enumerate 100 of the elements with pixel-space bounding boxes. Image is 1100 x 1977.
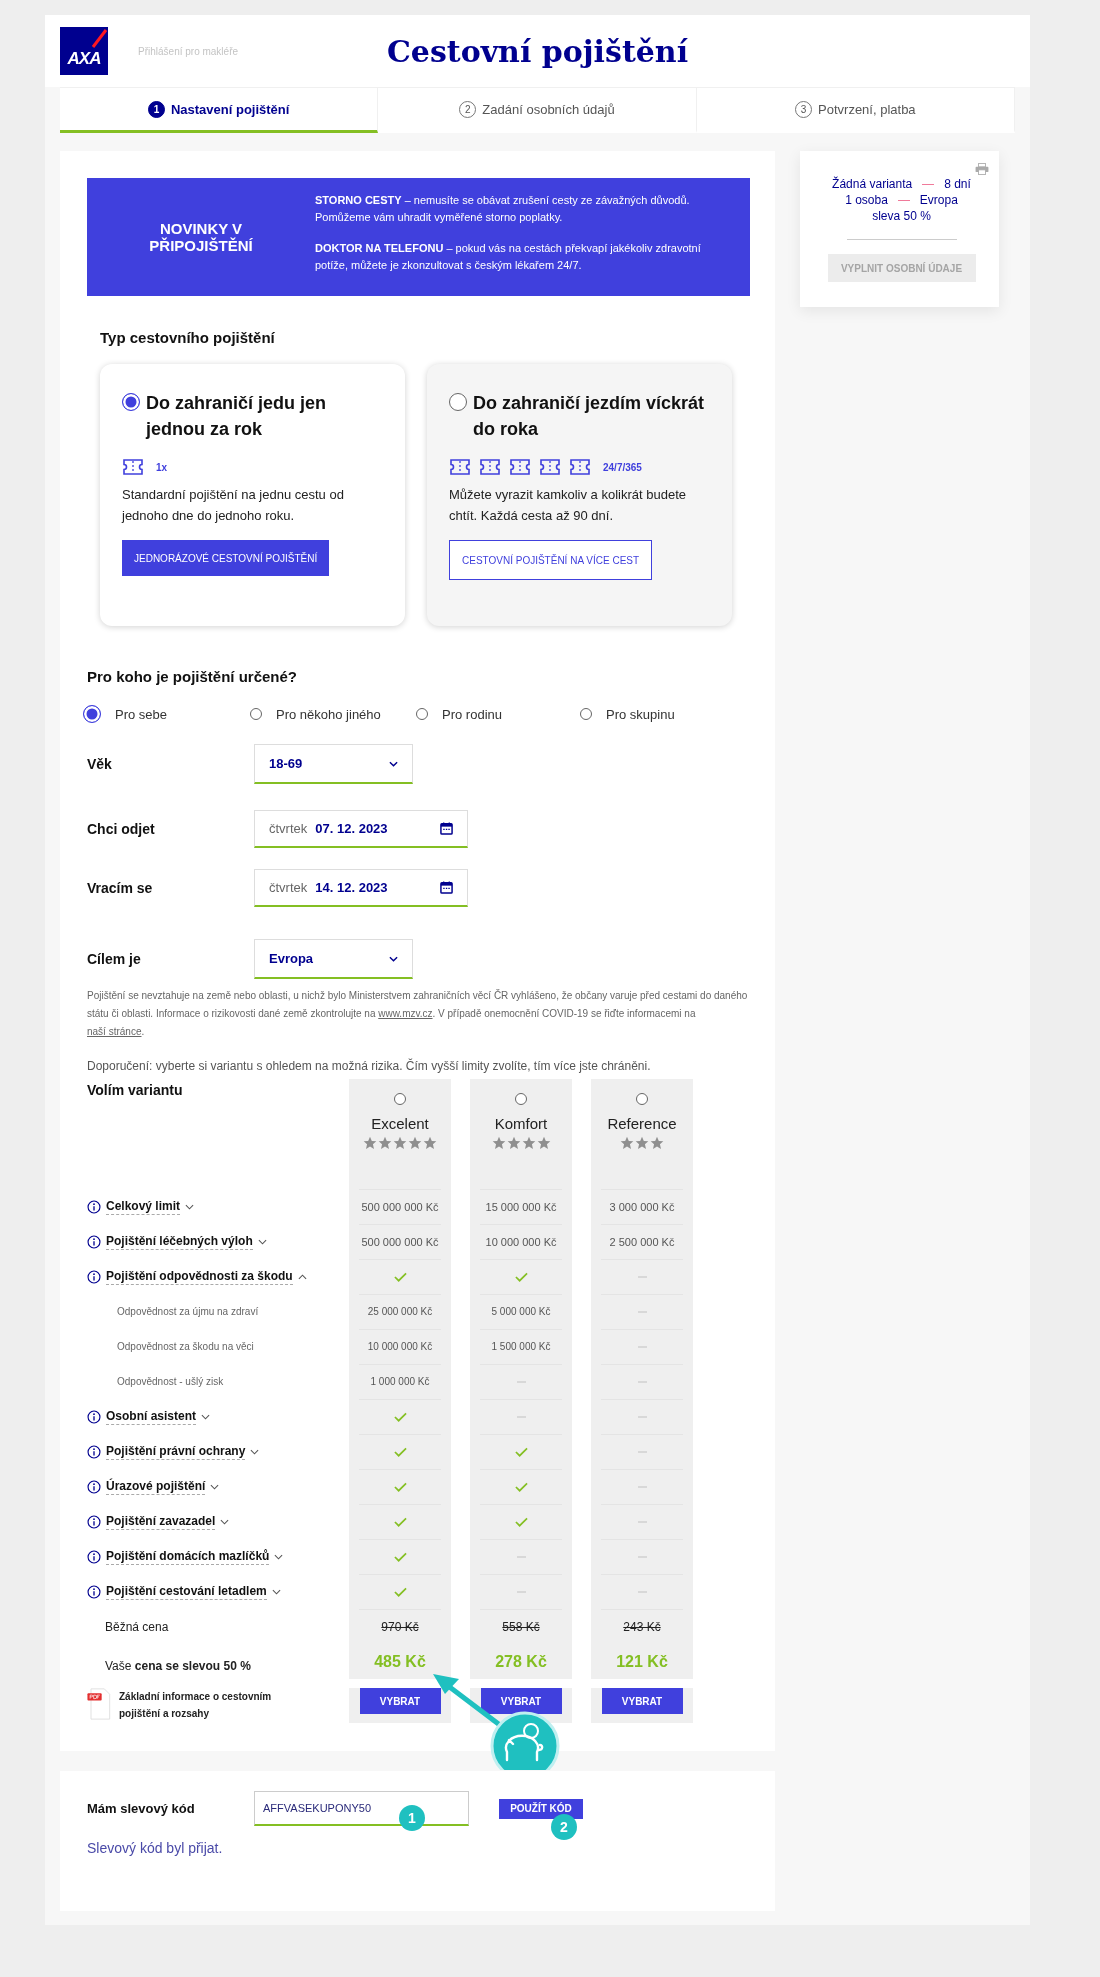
field-label: Vracím se: [87, 880, 154, 896]
chevron-down-icon[interactable]: [220, 1518, 230, 1525]
ticket-icon: [122, 458, 144, 476]
radio-label: Pro sebe: [115, 706, 168, 722]
summary-item: Evropa: [919, 193, 958, 207]
apply-code-button[interactable]: POUŽÍT KÓD: [499, 1798, 583, 1819]
radio-button[interactable]: [449, 393, 467, 411]
table-cell: 500 000 000 Kč: [361, 1235, 439, 1248]
info-icon[interactable]: [87, 1234, 101, 1249]
check-icon: [514, 1271, 528, 1282]
chevron-down-icon[interactable]: [274, 1553, 284, 1560]
info-icon[interactable]: [87, 1549, 101, 1564]
date-field[interactable]: čtvrtek 07. 12. 2023: [254, 810, 468, 848]
radio-button[interactable]: [250, 708, 262, 720]
chevron-down-icon: [389, 955, 398, 962]
info-icon[interactable]: [87, 1514, 101, 1529]
radio-button[interactable]: [636, 1093, 648, 1105]
ticket-icon: [479, 458, 501, 476]
coverage-label[interactable]: Pojištění cestování letadlem: [106, 1583, 267, 1600]
chevron-down-icon[interactable]: [271, 1588, 281, 1595]
select-field[interactable]: 18-69: [254, 744, 413, 784]
pdf-link[interactable]: Základní informace o cestovním pojištění a rozsahy: [119, 1688, 330, 1722]
select-variant-button[interactable]: VYBRAT: [359, 1688, 441, 1714]
select-variant-button[interactable]: VYBRAT: [480, 1688, 562, 1714]
summary-item: 8 dní: [944, 177, 971, 191]
insurance-type-card[interactable]: Do zahraničí jezdím víckrát do roka 24/7/365 Můžete vyrazit kamkoliv a kolikrát budete chtít. Každá cesta až 90 dní. CESTOVNÍ POJIŠTĚNÍ NA VÍCE CEST: [427, 364, 732, 626]
select-field[interactable]: Evropa: [254, 939, 413, 979]
radio-button[interactable]: [515, 1093, 527, 1105]
date-field[interactable]: čtvrtek 14. 12. 2023: [254, 869, 468, 907]
check-icon: [514, 1481, 528, 1492]
check-icon: [393, 1551, 407, 1562]
insurance-type-card[interactable]: Do zahraničí jedu jen jednou za rok 1x Standardní pojištění na jednu cestu od jednoho dne do jednoho roku. JEDNORÁZOVÉ CESTOVNÍ POJIŠTĚNÍ: [100, 364, 405, 626]
regular-price: 970 Kč: [381, 1619, 419, 1634]
disclaimer-text: Pojištění se nevztahuje na země nebo oblasti, u nichž bylo Ministerstvem zahraničních věcí ČR vyhlášeno, že občany varuje před cestami do daného státu či oblasti. Informace o rizikovosti dané země zkontrolujte na www.mzv.cz. V případě onemocnění COVID-19 se řiďte informacemi na naší stránce.: [87, 988, 749, 1039]
field-label: Chci odjet: [87, 821, 156, 837]
table-cell: 1 000 000 Kč: [370, 1376, 430, 1387]
table-cell: 25 000 000 Kč: [367, 1306, 433, 1317]
info-icon[interactable]: [87, 1199, 101, 1214]
info-icon[interactable]: [87, 1479, 101, 1494]
radio-button[interactable]: [416, 708, 428, 720]
select-variant-button[interactable]: VYBRAT: [601, 1688, 683, 1714]
coverage-label[interactable]: Pojištění právní ochrany: [106, 1443, 246, 1460]
regular-price: 243 Kč: [623, 1619, 661, 1634]
chevron-down-icon[interactable]: [250, 1448, 260, 1455]
frequency-label: 24/7/365: [603, 461, 642, 473]
text-link[interactable]: www.mzv.cz: [378, 1008, 433, 1019]
chevron-down-icon[interactable]: [257, 1238, 267, 1245]
coverage-label[interactable]: Pojištění domácích mazlíčků: [106, 1548, 270, 1565]
discounted-price: 278 Kč: [495, 1652, 547, 1671]
banner-text: DOKTOR NA TELEFONU – pokud vás na cestách překvapí jakékoliv zdravotní potíže, můžete je zkonzultovat s českým lékařem 24/7.: [315, 241, 702, 273]
calendar-icon: [440, 822, 453, 835]
step-tab[interactable]: 1 Nastavení pojištění: [60, 88, 379, 133]
banner-heading: NOVINKY V PŘIPOJIŠTĚNÍ: [148, 219, 254, 256]
summary-item: Žádná varianta: [832, 177, 913, 191]
logo: AXA: [60, 27, 108, 75]
card-description: Standardní pojištění na jednu cestu od jednoho dne do jednoho roku.: [122, 486, 345, 525]
insurance-type-button[interactable]: JEDNORÁZOVÉ CESTOVNÍ POJIŠTĚNÍ: [122, 540, 330, 576]
separator-dash: [897, 199, 910, 201]
separator-dash: [922, 183, 935, 185]
coverage-sublabel: Odpovědnost za újmu na zdraví: [116, 1306, 259, 1317]
discounted-price: 485 Kč: [374, 1652, 426, 1671]
coverage-label[interactable]: Pojištění odpovědnosti za škodu: [106, 1268, 293, 1285]
info-icon[interactable]: [87, 1409, 101, 1424]
price-label: Vaše cena se slevou 50 %: [104, 1659, 251, 1673]
info-icon[interactable]: [87, 1269, 101, 1284]
card-title: Do zahraničí jedu jen jednou za rok: [146, 392, 328, 441]
field-label: Věk: [87, 756, 113, 772]
table-cell: 5 000 000 Kč: [491, 1306, 551, 1317]
table-cell: 3 000 000 Kč: [609, 1200, 675, 1213]
coverage-label[interactable]: Celkový limit: [106, 1198, 181, 1215]
table-cell: 1 500 000 Kč: [491, 1341, 551, 1352]
step-tab[interactable]: 3 Potvrzení, platba: [696, 88, 1015, 133]
radio-button[interactable]: [580, 708, 592, 720]
calendar-icon: [440, 881, 453, 894]
info-icon[interactable]: [87, 1584, 101, 1599]
price-label: Běžná cena: [104, 1619, 169, 1634]
radio-button[interactable]: [394, 1093, 406, 1105]
coverage-label[interactable]: Osobní asistent: [106, 1408, 197, 1425]
variant-name: Reference: [607, 1115, 677, 1132]
radio-button[interactable]: [83, 705, 101, 723]
chevron-down-icon[interactable]: [201, 1413, 211, 1420]
check-icon: [514, 1446, 528, 1457]
coverage-label[interactable]: Pojištění zavazadel: [106, 1513, 216, 1530]
insurance-type-button[interactable]: CESTOVNÍ POJIŠTĚNÍ NA VÍCE CEST: [449, 540, 653, 580]
chevron-down-icon[interactable]: [185, 1203, 195, 1210]
frequency-label: 1x: [156, 461, 168, 473]
coverage-label[interactable]: Pojištění léčebných výloh: [106, 1233, 253, 1250]
radio-button[interactable]: [122, 393, 140, 411]
pdf-file-icon[interactable]: [87, 1688, 111, 1720]
card-description: Můžete vyrazit kamkoliv a kolikrát budete chtít. Každá cesta až 90 dní.: [449, 486, 687, 525]
field-label: Cílem je: [87, 951, 142, 967]
table-cell: 10 000 000 Kč: [485, 1235, 557, 1248]
coverage-label[interactable]: Úrazové pojištění: [106, 1478, 206, 1495]
ticket-icon: [569, 458, 591, 476]
regular-price: 558 Kč: [502, 1619, 540, 1634]
chevron-down-icon[interactable]: [210, 1483, 220, 1490]
chevron-up-icon[interactable]: [297, 1273, 307, 1280]
info-icon[interactable]: [87, 1444, 101, 1459]
recommendation-text: Doporučení: vyberte si variantu s ohledem na možná rizika. Čím vyšší limity zvolíte, tím více jste chráněni.: [87, 1059, 652, 1073]
step-tab[interactable]: 2 Zadání osobních údajů: [378, 88, 697, 133]
